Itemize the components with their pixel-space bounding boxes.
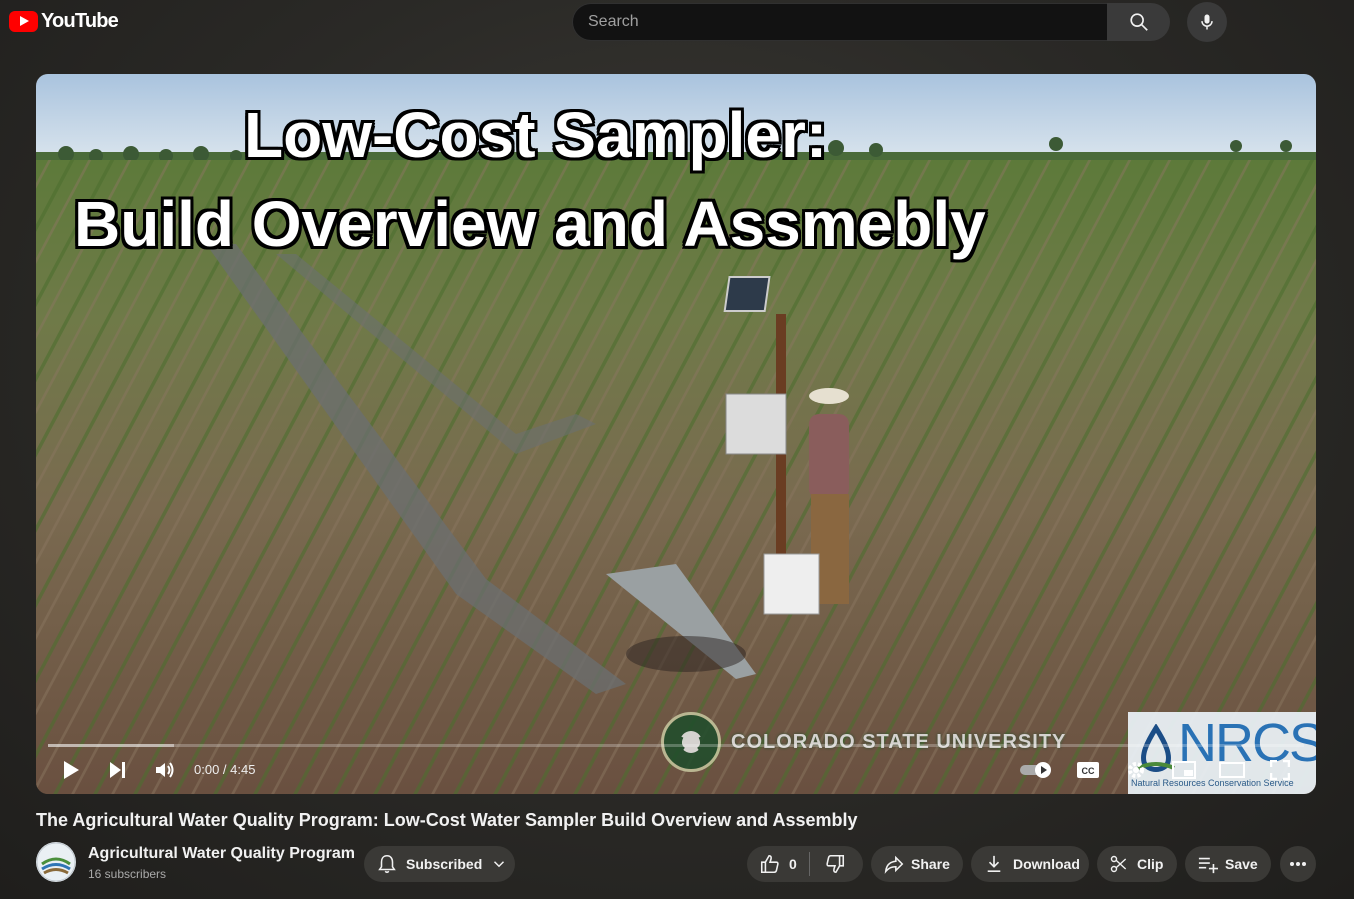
logo-text: YouTube	[41, 10, 119, 32]
mute-button[interactable]	[150, 756, 180, 784]
chevron-down-icon	[494, 861, 505, 868]
dislike-button[interactable]	[810, 846, 860, 882]
channel-name[interactable]: Agricultural Water Quality Program	[88, 845, 355, 863]
voice-search-button[interactable]	[1187, 2, 1227, 42]
time-display: 0:00 / 4:45	[194, 762, 256, 777]
download-icon	[987, 855, 1001, 873]
fullscreen-icon	[1270, 760, 1290, 780]
csu-ram-seal-icon	[661, 712, 721, 772]
thumbs-up-icon	[760, 854, 779, 874]
save-label: Save	[1225, 856, 1258, 872]
playlist-add-icon	[1198, 857, 1218, 874]
search-input[interactable]	[588, 13, 1108, 31]
thumbs-down-icon	[826, 854, 844, 874]
settings-button[interactable]	[1122, 756, 1150, 784]
volume-icon	[156, 762, 174, 778]
share-button[interactable]: Share	[871, 846, 963, 882]
csu-watermark-text: COLORADO STATE UNIVERSITY	[731, 730, 1067, 753]
theater-mode-icon	[1219, 762, 1245, 778]
autoplay-toggle[interactable]	[1018, 756, 1054, 784]
captions-button[interactable]: CC	[1074, 756, 1102, 784]
subscriber-count: 16 subscribers	[88, 867, 167, 881]
autoplay-icon	[1020, 762, 1051, 778]
youtube-play-icon	[9, 11, 38, 32]
download-button[interactable]: Download	[971, 846, 1089, 882]
video-frame	[36, 74, 1316, 794]
search-button[interactable]	[1107, 3, 1170, 41]
more-actions-button[interactable]	[1280, 846, 1316, 882]
youtube-logo[interactable]: YouTube	[9, 10, 119, 33]
svg-text:CC: CC	[1082, 766, 1095, 776]
play-button[interactable]	[56, 756, 86, 784]
scissors-icon	[1110, 855, 1127, 873]
clip-label: Clip	[1137, 856, 1164, 872]
like-count: 0	[789, 856, 797, 872]
channel-logo-icon	[36, 842, 76, 882]
miniplayer-icon	[1172, 761, 1196, 779]
progress-bar[interactable]	[48, 744, 1304, 747]
captions-icon: CC	[1077, 762, 1099, 778]
subscribed-button[interactable]: Subscribed	[364, 846, 515, 882]
play-icon	[64, 761, 79, 779]
theater-mode-button[interactable]	[1218, 756, 1246, 784]
gear-icon	[1128, 762, 1144, 778]
bell-icon	[378, 854, 396, 874]
subscribed-label: Subscribed	[406, 856, 483, 872]
download-label: Download	[1013, 856, 1080, 872]
channel-avatar[interactable]	[36, 842, 76, 882]
more-horizontal-icon	[1290, 862, 1306, 866]
like-button[interactable]: 0	[747, 846, 809, 882]
share-label: Share	[911, 856, 950, 872]
overlay-title-line1: Low-Cost Sampler:	[244, 99, 828, 171]
next-icon	[110, 762, 125, 778]
search-icon	[1129, 13, 1148, 31]
video-title: The Agricultural Water Quality Program: …	[36, 810, 858, 830]
nrcs-logo-text: NRCS	[1178, 713, 1316, 773]
share-icon	[884, 855, 904, 874]
miniplayer-button[interactable]	[1170, 756, 1198, 784]
overlay-title-line2: Build Overview and Assmebly	[74, 188, 986, 260]
progress-buffered	[48, 744, 174, 747]
clip-button[interactable]: Clip	[1097, 846, 1177, 882]
next-button[interactable]	[102, 756, 132, 784]
microphone-icon	[1201, 14, 1213, 30]
fullscreen-button[interactable]	[1266, 756, 1294, 784]
save-button[interactable]: Save	[1185, 846, 1271, 882]
search-box	[572, 3, 1108, 41]
csu-watermark: COLORADO STATE UNIVERSITY	[661, 712, 1066, 772]
like-dislike-group: 0	[747, 846, 863, 882]
video-player[interactable]: Low-Cost Sampler: Build Overview and Ass…	[36, 74, 1316, 794]
